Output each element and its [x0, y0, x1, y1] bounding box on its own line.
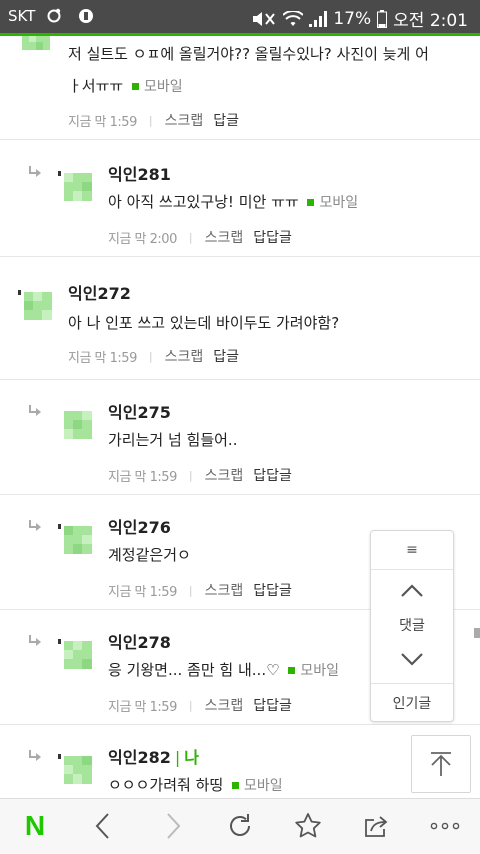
back-button[interactable]	[86, 809, 120, 843]
sync-icon	[47, 8, 61, 23]
scrap-button[interactable]: 스크랩	[165, 110, 204, 130]
comment-meta: 지금 막 1:59 | 스크랩 답답글	[108, 695, 292, 715]
arrow-up-icon	[431, 752, 451, 776]
reply-button[interactable]: 답글	[213, 346, 239, 366]
carrier-label: SKT	[8, 7, 36, 25]
avatar[interactable]	[58, 754, 92, 784]
comment-time: 지금 막 1:59	[108, 469, 177, 485]
reply-button[interactable]: 답답글	[253, 580, 292, 600]
mobile-badge: 모바일	[303, 195, 358, 211]
share-icon	[365, 816, 388, 837]
reply-button[interactable]: 답답글	[253, 695, 292, 715]
share-button[interactable]	[359, 809, 393, 843]
reply-arrow-icon	[29, 166, 41, 177]
status-right: 17% 오전 2:01	[251, 6, 468, 31]
popular-posts-button[interactable]: 인기글	[371, 683, 453, 722]
avatar[interactable]	[58, 171, 92, 201]
comment-time: 지금 막 2:00	[108, 231, 177, 247]
comment-meta: 지금 막 1:59 | 스크랩 답답글	[108, 580, 292, 600]
comment-item: 익인282 | 나 ㅇㅇㅇ가려줘 하띵 모바일	[0, 724, 480, 798]
mute-icon	[253, 11, 276, 26]
status-bar: SKT 17% 오전 2:01	[0, 0, 480, 33]
comment-nickname[interactable]: 익인281	[108, 161, 171, 185]
mobile-badge: 모바일	[128, 79, 183, 95]
refresh-button[interactable]	[223, 809, 257, 843]
comment-item: 저 실트도 ㅇㅍ에 올릴거야?? 올릴수있나? 사진이 늦게 어 ㅏ서ㅠㅠ 모바…	[0, 36, 480, 140]
reply-button[interactable]: 답답글	[253, 227, 292, 247]
scrap-button[interactable]: 스크랩	[205, 227, 244, 247]
privacy-icon	[79, 9, 93, 23]
comment-text: 아 아직 쓰고있구낭! 미안 ㅠㅠ 모바일	[108, 193, 359, 211]
comment-item: 익인272 아 나 인포 쓰고 있는데 바이두도 가려야함? 지금 막 1:59…	[0, 256, 480, 380]
comment-nickname[interactable]: 익인278	[108, 629, 171, 653]
comment-time: 지금 막 1:59	[108, 699, 177, 715]
reply-arrow-icon	[29, 750, 41, 761]
mobile-badge: 모바일	[284, 663, 339, 679]
refresh-icon	[230, 814, 250, 836]
comment-text-line2: ㅏ서ㅠㅠ 모바일	[68, 77, 183, 95]
naver-home-button[interactable]: N	[18, 809, 52, 843]
chevron-down-icon[interactable]	[398, 649, 426, 669]
comment-time: 지금 막 1:59	[108, 584, 177, 600]
floating-nav: ≡ 댓글 인기글	[370, 530, 454, 722]
comment-text: 가리는거 넘 힘들어..	[108, 431, 238, 449]
comment-nickname[interactable]: 익인282 | 나	[108, 744, 199, 768]
scroll-top-button[interactable]	[411, 735, 471, 793]
wifi-icon	[283, 10, 304, 26]
comment-nickname[interactable]: 익인276	[108, 514, 171, 538]
comment-text: 아 나 인포 쓰고 있는데 바이두도 가려야함?	[68, 314, 340, 332]
avatar[interactable]	[58, 639, 92, 669]
battery-icon	[377, 9, 388, 28]
my-comment-badge: 나	[184, 748, 199, 767]
reply-arrow-icon	[29, 635, 41, 646]
comment-meta: 지금 막 1:59 | 스크랩 답글	[68, 346, 239, 366]
browser-toolbar: N	[0, 798, 480, 854]
reply-button[interactable]: 답답글	[253, 465, 292, 485]
battery-percent: 17%	[333, 8, 372, 29]
scroll-indicator[interactable]	[474, 628, 480, 638]
comment-meta: 지금 막 1:59 | 스크랩 답답글	[108, 465, 292, 485]
reply-button[interactable]: 답글	[213, 110, 239, 130]
avatar[interactable]	[18, 290, 52, 320]
comment-item: 익인275 가리는거 넘 힘들어.. 지금 막 1:59 | 스크랩 답답글	[0, 379, 480, 495]
comment-nickname[interactable]: 익인272	[68, 280, 131, 304]
naver-logo-icon: N	[24, 810, 46, 841]
more-button[interactable]	[428, 809, 462, 843]
scrap-button[interactable]: 스크랩	[205, 695, 244, 715]
comment-meta: 지금 막 2:00 | 스크랩 답답글	[108, 227, 292, 247]
comment-meta: 지금 막 1:59 | 스크랩 답글	[68, 110, 239, 130]
mobile-badge: 모바일	[228, 778, 283, 794]
avatar[interactable]	[64, 411, 92, 439]
chevron-right-icon	[167, 813, 181, 839]
chevron-left-icon	[95, 813, 109, 839]
scrap-button[interactable]: 스크랩	[205, 465, 244, 485]
menu-button[interactable]: ≡	[371, 531, 453, 570]
comment-item: 익인281 아 아직 쓰고있구낭! 미안 ㅠㅠ 모바일 지금 막 2:00 | …	[0, 139, 480, 257]
reply-arrow-icon	[29, 520, 41, 531]
forward-button[interactable]	[156, 809, 190, 843]
comment-text: ㅇㅇㅇ가려줘 하띵 모바일	[108, 776, 283, 794]
comment-time: 지금 막 1:59	[68, 350, 137, 366]
scrap-button[interactable]: 스크랩	[165, 346, 204, 366]
comment-text: 응 기왕면... 좀만 힘 내...♡ 모바일	[108, 661, 339, 679]
star-icon	[295, 813, 321, 838]
clock: 오전 2:01	[393, 11, 468, 31]
comment-nickname[interactable]: 익인275	[108, 399, 171, 423]
scrap-button[interactable]: 스크랩	[205, 580, 244, 600]
more-icon	[430, 822, 460, 830]
comment-time: 지금 막 1:59	[68, 114, 137, 130]
avatar[interactable]	[58, 524, 92, 554]
avatar[interactable]	[22, 36, 50, 62]
reply-arrow-icon	[29, 405, 41, 416]
signal-icon	[309, 10, 328, 27]
comment-text: 계정같은거ㅇ	[108, 546, 191, 564]
bookmark-button[interactable]	[291, 809, 325, 843]
chevron-up-icon[interactable]	[398, 581, 426, 601]
comment-text: 저 실트도 ㅇㅍ에 올릴거야?? 올릴수있나? 사진이 늦게 어	[68, 45, 429, 63]
comments-label: 댓글	[399, 618, 425, 634]
